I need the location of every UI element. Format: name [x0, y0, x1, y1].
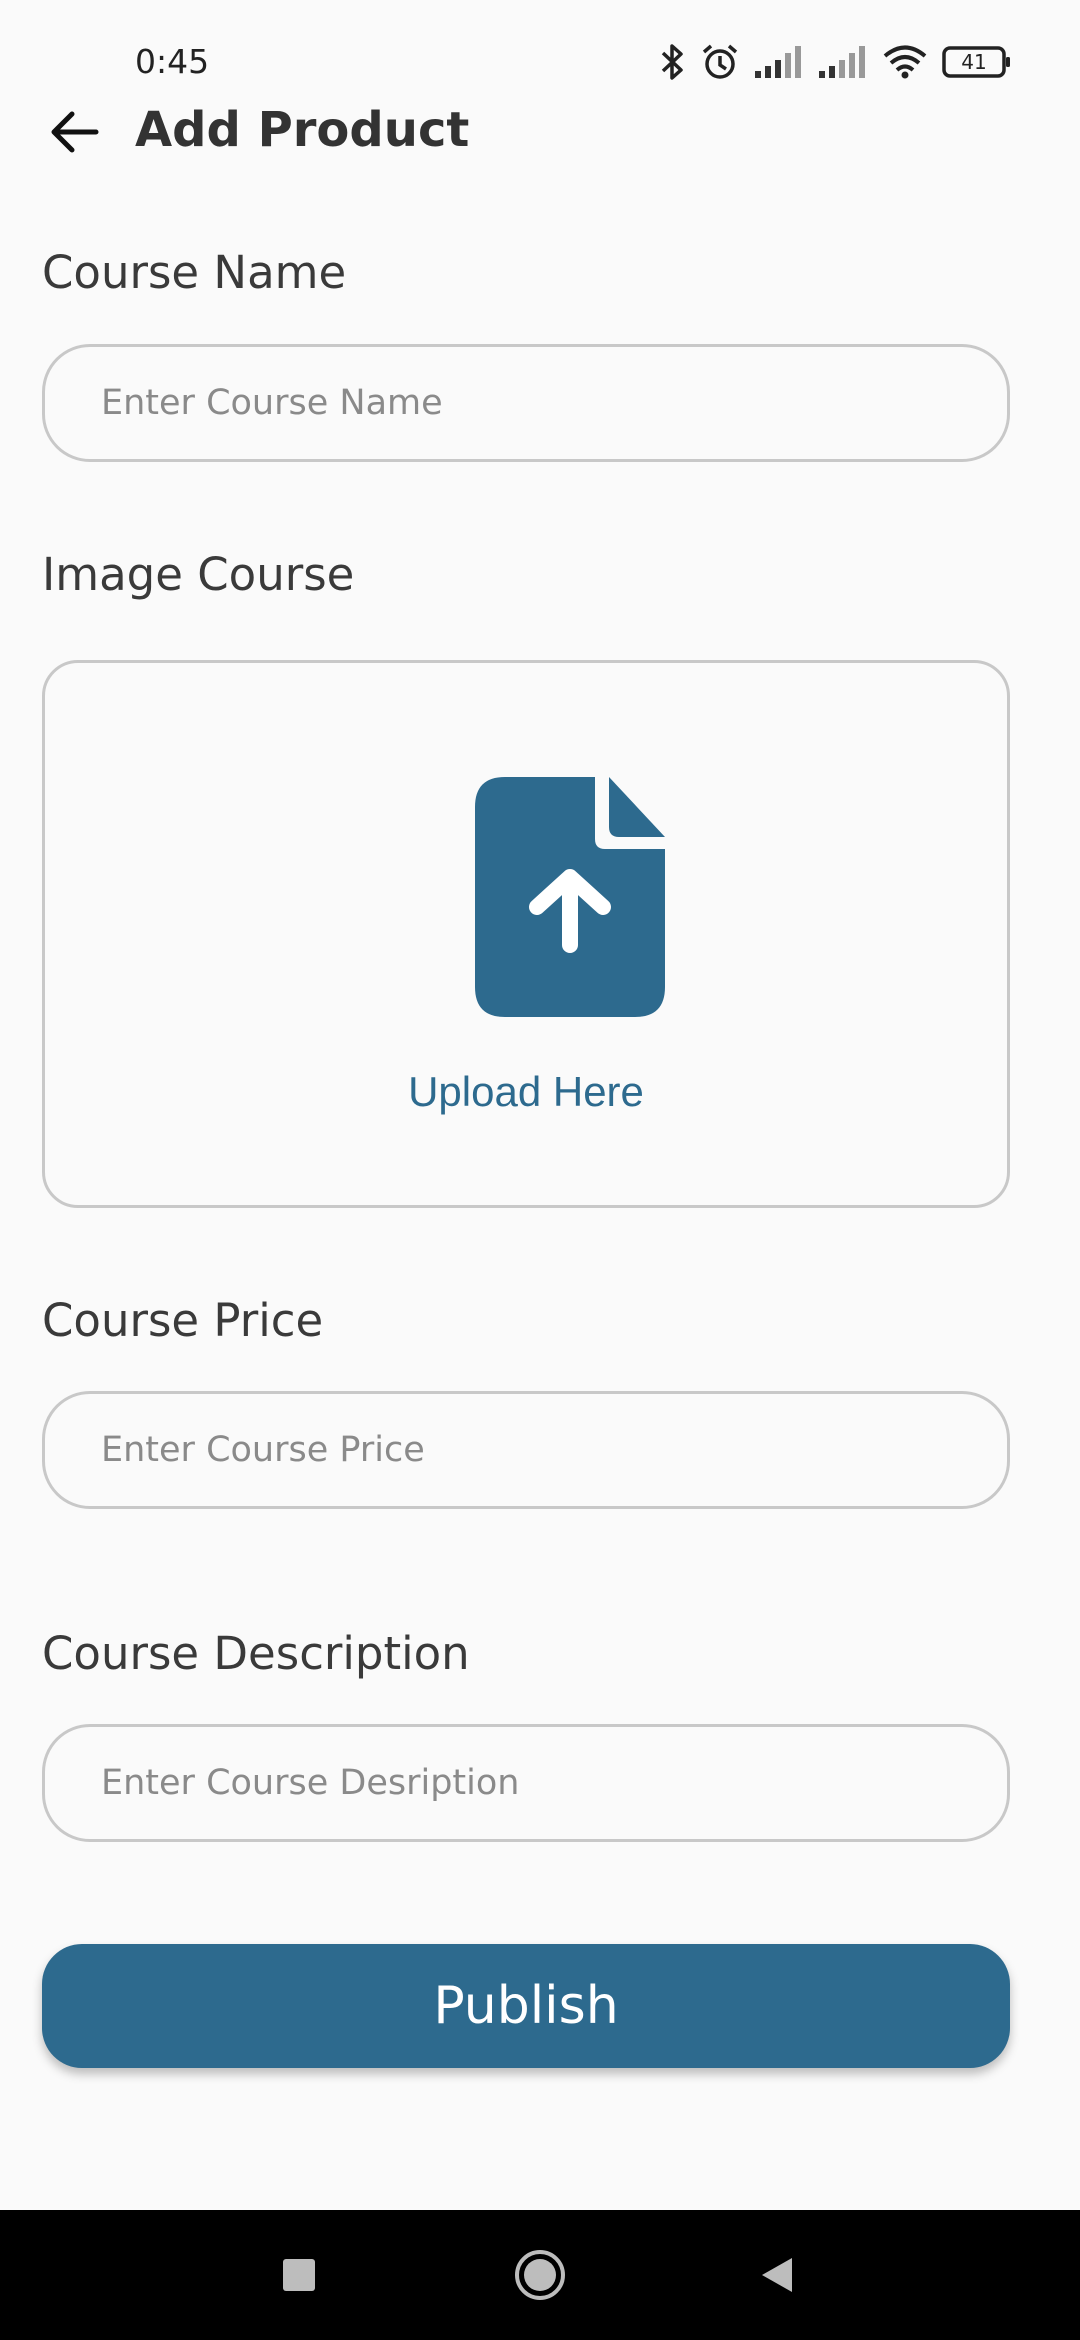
battery-icon: 41: [942, 46, 1012, 78]
file-upload-icon: [475, 777, 665, 1017]
publish-label: Publish: [433, 1976, 619, 2036]
system-nav-bar: [0, 2210, 1080, 2340]
upload-label: Upload Here: [408, 1068, 644, 1115]
wifi-icon: [882, 45, 928, 79]
course-description-input[interactable]: [42, 1724, 1010, 1842]
app-bar: Add Product: [0, 92, 1080, 172]
arrow-left-icon: [51, 111, 99, 153]
signal-icon: [818, 45, 868, 79]
alarm-icon: [700, 42, 740, 82]
home-circle-icon: [515, 2250, 565, 2300]
page-title: Add Product: [135, 102, 470, 158]
back-button[interactable]: [38, 96, 110, 168]
status-icons: 41: [660, 36, 1012, 88]
course-name-label: Course Name: [42, 246, 347, 299]
course-price-input[interactable]: [42, 1391, 1010, 1509]
battery-level: 41: [961, 50, 987, 74]
course-price-label: Course Price: [42, 1294, 324, 1347]
back-nav-button[interactable]: [737, 2240, 817, 2310]
back-triangle-icon: [762, 2258, 792, 2292]
recents-button[interactable]: [259, 2240, 339, 2310]
course-description-label: Course Description: [42, 1627, 470, 1680]
status-time: 0:45: [135, 42, 210, 81]
home-button[interactable]: [500, 2240, 580, 2310]
recents-square-icon: [283, 2259, 315, 2291]
course-name-input[interactable]: [42, 344, 1010, 462]
publish-button[interactable]: Publish: [42, 1944, 1010, 2068]
status-bar: 0:45 41: [0, 0, 1080, 92]
bluetooth-icon: [660, 42, 686, 82]
signal-icon: [754, 45, 804, 79]
image-course-label: Image Course: [42, 548, 355, 601]
image-upload-area[interactable]: Upload Here: [42, 660, 1010, 1208]
